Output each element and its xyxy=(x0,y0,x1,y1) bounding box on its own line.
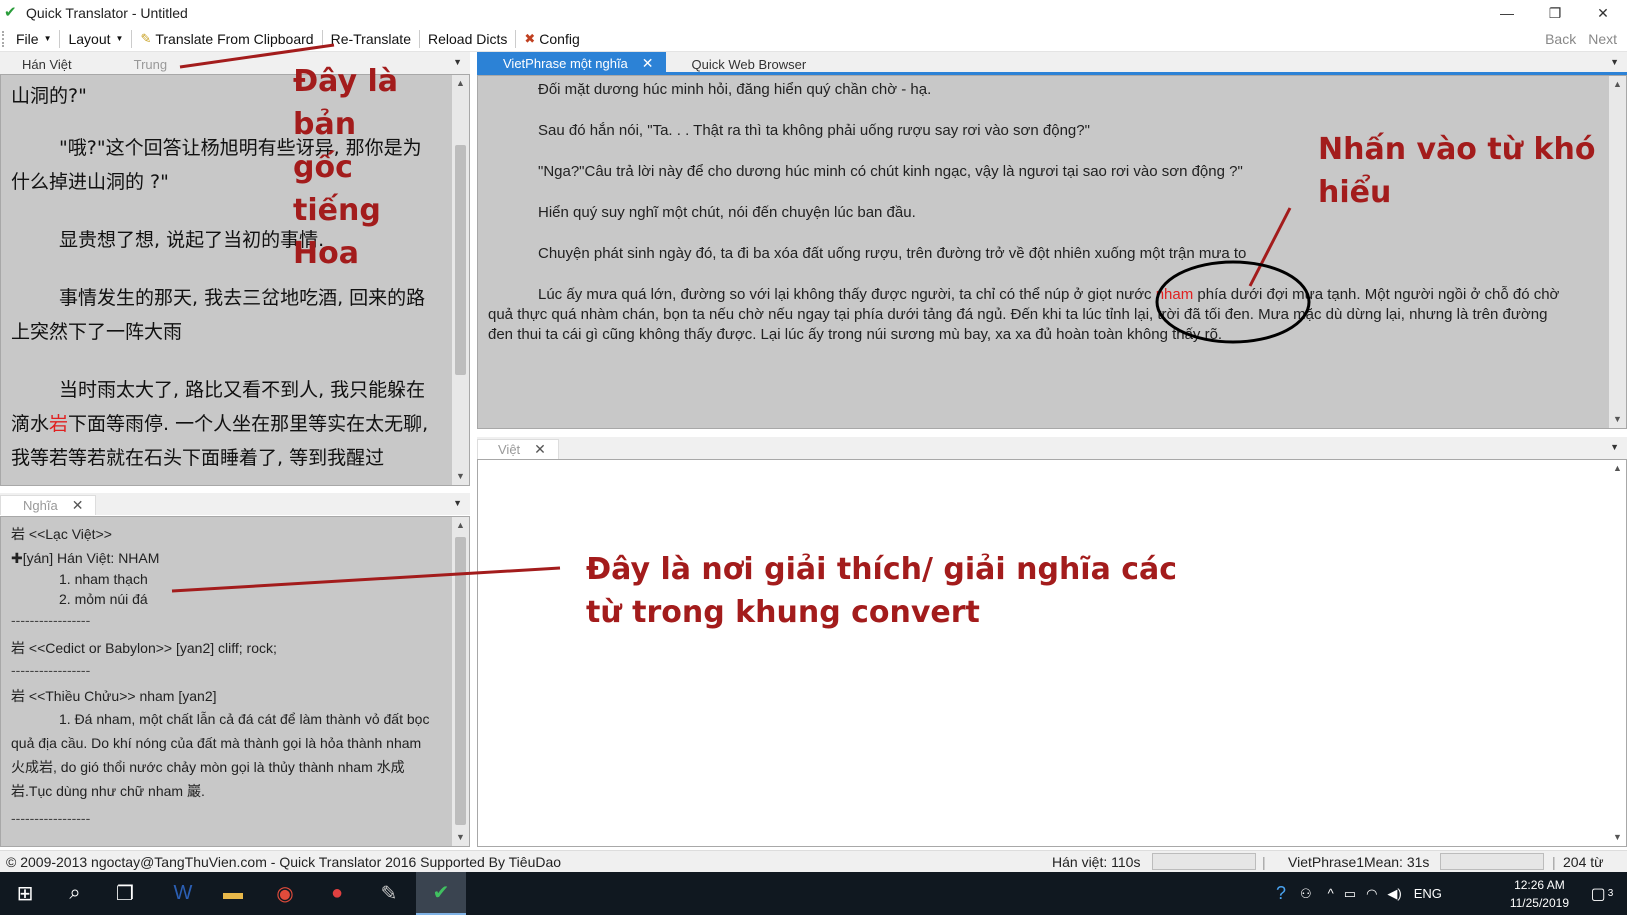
vietphrase-progress xyxy=(1440,853,1544,870)
word-icon[interactable]: W xyxy=(158,872,208,915)
vietphrase-status: VietPhrase1Mean: 31s xyxy=(1288,854,1430,870)
help-icon[interactable]: ? xyxy=(1276,883,1286,904)
separator: | xyxy=(1552,854,1556,870)
clock-time: 12:26 AM xyxy=(1514,878,1565,892)
windows-start-icon[interactable]: ⊞ xyxy=(0,872,50,915)
annotation-explain: Đây là nơi giải thích/ giải nghĩa các từ… xyxy=(586,548,1177,634)
annotation-line: hiểu xyxy=(1318,175,1392,210)
highlight-circle xyxy=(1155,260,1311,344)
volume-icon[interactable]: ◀) xyxy=(1387,886,1401,902)
annotation-line: gốc xyxy=(293,150,353,185)
copyright-text: © 2009-2013 ngoctay@TangThuVien.com - Qu… xyxy=(6,854,562,870)
annotation-line: Đây là nơi giải thích/ giải nghĩa các xyxy=(586,552,1178,587)
annotation-line: Hoa xyxy=(293,236,359,271)
annotation-line: từ trong khung convert xyxy=(586,595,980,630)
annotation-line: bản xyxy=(293,107,357,142)
annotation-click-hint: Nhấn vào từ khó hiểu xyxy=(1318,128,1595,214)
battery-icon[interactable]: ▭ xyxy=(1344,886,1356,902)
taskbar: ⊞ ⌕ ❐ W ▬ ◉ ● ✎ ✔ ? ⚇ ^ ▭ ◠ ◀) ENG 12:26… xyxy=(0,872,1627,915)
chat-app-icon[interactable]: ● xyxy=(312,872,362,915)
system-tray: ? ⚇ ^ ▭ ◠ ◀) ENG xyxy=(1276,872,1496,915)
hanviet-status: Hán việt: 110s xyxy=(1052,854,1141,870)
word-count: 204 từ xyxy=(1563,854,1604,870)
search-icon[interactable]: ⌕ xyxy=(50,872,100,915)
chrome-icon[interactable]: ◉ xyxy=(260,872,310,915)
quick-translator-icon[interactable]: ✔ xyxy=(416,872,466,915)
people-icon[interactable]: ⚇ xyxy=(1300,886,1312,902)
status-bar: © 2009-2013 ngoctay@TangThuVien.com - Qu… xyxy=(0,850,1627,872)
annotation-line: Đây là xyxy=(293,64,398,99)
wifi-icon[interactable]: ◠ xyxy=(1366,886,1377,902)
file-explorer-icon[interactable]: ▬ xyxy=(208,872,258,915)
annotation-line: Nhấn vào từ khó xyxy=(1318,132,1596,167)
separator: | xyxy=(1262,854,1266,870)
language-indicator[interactable]: ENG xyxy=(1414,886,1442,901)
notification-count: 3 xyxy=(1607,888,1614,899)
paint-icon[interactable]: ✎ xyxy=(364,872,414,915)
notification-icon[interactable]: ▢ 3 xyxy=(1577,872,1627,915)
annotation-line: tiếng xyxy=(293,193,381,228)
annotation-arrow-line xyxy=(1248,207,1292,287)
hanviet-progress xyxy=(1152,853,1256,870)
clock[interactable]: 12:26 AM 11/25/2019 xyxy=(1510,876,1569,912)
clock-date: 11/25/2019 xyxy=(1509,896,1569,910)
annotation-arrow-line xyxy=(171,566,561,593)
task-view-icon[interactable]: ❐ xyxy=(100,872,150,915)
annotation-original-text: Đây là bản gốc tiếng Hoa xyxy=(293,60,398,275)
chevron-up-icon[interactable]: ^ xyxy=(1328,886,1334,901)
